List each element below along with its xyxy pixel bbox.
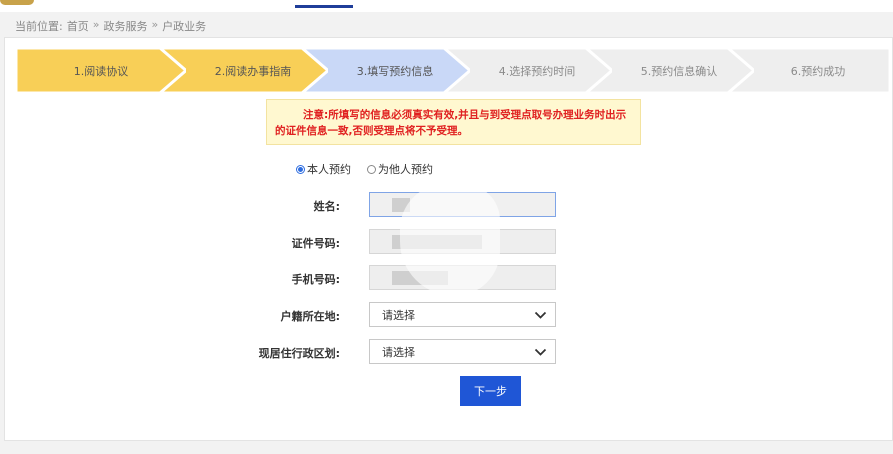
breadcrumb-separator: » xyxy=(151,18,159,31)
notice-box: 注意:所填写的信息必须真实有效,并且与到受理点取号办理业务时出示 的证件信息一致… xyxy=(266,99,641,145)
district-select[interactable]: 请选择 xyxy=(369,339,556,364)
name-label: 姓名: xyxy=(313,200,340,213)
step-label: 4.选择预约时间 xyxy=(498,64,576,78)
active-nav-indicator xyxy=(295,5,353,8)
radio-other-label: 为他人预约 xyxy=(378,163,433,176)
next-step-button[interactable]: 下一步 xyxy=(460,376,521,406)
radio-self-label: 本人预约 xyxy=(307,163,351,176)
step-progress-bar: 1.阅读协议 2.阅读办事指南 3.填写预约信息 4.选择预约时间 5.预约信息… xyxy=(16,48,890,93)
breadcrumb-prefix: 当前位置: xyxy=(15,20,63,33)
radio-selected-icon[interactable] xyxy=(296,164,305,174)
step-read-agreement: 1.阅读协议 xyxy=(16,48,186,93)
huji-select-value: 请选择 xyxy=(382,308,415,322)
radio-other-booking[interactable]: 为他人预约 xyxy=(367,161,433,177)
step-label: 3.填写预约信息 xyxy=(356,64,434,78)
phone-label: 手机号码: xyxy=(291,273,340,286)
chevron-down-icon xyxy=(534,311,547,319)
radio-self-booking[interactable]: 本人预约 xyxy=(296,161,351,177)
breadcrumb-gov-services[interactable]: 政务服务 xyxy=(103,18,147,34)
id-number-label: 证件号码: xyxy=(291,237,340,250)
site-logo[interactable] xyxy=(0,0,34,5)
top-header xyxy=(0,0,893,12)
breadcrumb-home[interactable]: 首页 xyxy=(67,18,89,34)
notice-line-2: 的证件信息一致,否则受理点将不予受理。 xyxy=(275,125,468,137)
step-label: 2.阅读办事指南 xyxy=(214,64,292,78)
notice-line-1: 注意:所填写的信息必须真实有效,并且与到受理点取号办理业务时出示 xyxy=(303,109,627,121)
breadcrumb-household[interactable]: 户政业务 xyxy=(162,18,206,34)
district-select-value: 请选择 xyxy=(382,345,415,359)
booking-type-group: 本人预约 为他人预约 xyxy=(296,161,433,177)
district-label: 现居住行政区划: xyxy=(258,347,340,360)
chevron-down-icon xyxy=(534,348,547,356)
huji-select[interactable]: 请选择 xyxy=(369,302,556,327)
breadcrumb-separator: » xyxy=(92,18,100,31)
privacy-blur-overlay xyxy=(400,184,500,296)
step-label: 6.预约成功 xyxy=(790,64,846,78)
step-label: 5.预约信息确认 xyxy=(640,64,718,78)
step-label: 1.阅读协议 xyxy=(73,64,129,78)
radio-unselected-icon[interactable] xyxy=(367,164,376,174)
breadcrumb: 当前位置: 首页 » 政务服务 » 户政业务 xyxy=(15,18,206,34)
huji-label: 户籍所在地: xyxy=(280,310,340,323)
